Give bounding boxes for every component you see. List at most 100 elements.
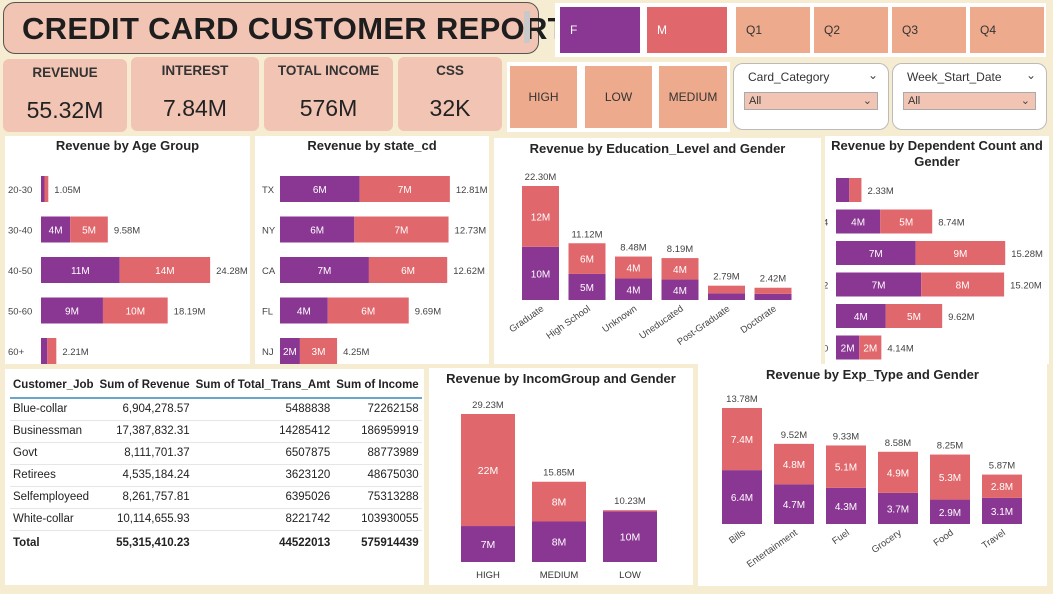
income-group-chart-panel: Revenue by IncomGroup and Gender 7M 22M 29… bbox=[429, 368, 693, 585]
bar-data-label: 6M bbox=[310, 226, 324, 237]
kpi-revenue: REVENUE 55.32M bbox=[3, 59, 127, 132]
bar-data-label: 5M bbox=[899, 218, 913, 229]
bar-data-label: 8M bbox=[956, 281, 970, 292]
table-cell: Govt bbox=[10, 442, 97, 465]
table-cell: 575914439 bbox=[333, 529, 422, 556]
table-row: Retirees 4,535,184.24 3623120 48675030 bbox=[10, 464, 422, 487]
axis-tick-label: Entertainment bbox=[745, 527, 800, 570]
axis-tick-label: NJ bbox=[262, 347, 274, 358]
axis-tick-label: HIGH bbox=[476, 570, 500, 581]
bar-total-label: 1.05M bbox=[54, 185, 80, 196]
bar-data-label: 6M bbox=[313, 185, 327, 196]
bar-data-label: 6.4M bbox=[731, 493, 753, 504]
slicer-gender-f[interactable]: F bbox=[560, 7, 640, 53]
bar-total-label: 4.14M bbox=[887, 344, 913, 355]
slicer-quarter-q1[interactable]: Q1 bbox=[736, 7, 810, 53]
slicer-income-high[interactable]: HIGH bbox=[510, 66, 577, 128]
slicer-quarter-q4[interactable]: Q4 bbox=[970, 7, 1044, 53]
bar-total-label: 2.33M bbox=[867, 186, 893, 197]
bar-data-label: 8M bbox=[552, 537, 567, 549]
axis-tick-label: Fuel bbox=[830, 527, 851, 547]
bar-segment-f bbox=[754, 293, 792, 300]
column-header[interactable]: Customer_Job bbox=[10, 376, 97, 398]
bar-data-label: 4M bbox=[627, 264, 641, 275]
table-cell: Blue-collar bbox=[10, 398, 97, 421]
axis-tick-label: 0 bbox=[825, 344, 828, 355]
bar-data-label: 4M bbox=[851, 218, 865, 229]
bar-segment-f bbox=[41, 338, 48, 364]
table-cell: 186959919 bbox=[333, 420, 422, 443]
bar-data-label: 11M bbox=[71, 266, 90, 277]
kpi-total-income: TOTAL INCOME 576M bbox=[264, 57, 393, 131]
axis-tick-label: 20-30 bbox=[8, 185, 32, 196]
bar-total-label: 4.25M bbox=[343, 347, 369, 358]
bar-data-label: 5.3M bbox=[939, 473, 961, 484]
state-chart: TX 6M 7M 12.81M NY 6M 7M 12.73M CA 7M 6M 12.62M FL 4M… bbox=[262, 176, 488, 364]
dropdown-value: All bbox=[749, 95, 762, 107]
dependent-chart: 2.33M 4 4M 5M 8.74M 7M 9M 15.28M 2 7M 8M 15.20M 4M 5M… bbox=[825, 178, 1043, 360]
bar-data-label: 7M bbox=[398, 185, 412, 196]
axis-tick-label: MEDIUM bbox=[540, 570, 579, 581]
bar-data-label: 4M bbox=[297, 307, 311, 318]
slicer-gender-m[interactable]: M bbox=[647, 7, 727, 53]
bar-total-label: 8.48M bbox=[620, 243, 646, 254]
title-scrollbar[interactable] bbox=[524, 11, 530, 43]
column-header[interactable]: Sum of Revenue bbox=[97, 376, 193, 398]
bar-total-label: 12.62M bbox=[453, 266, 485, 277]
bar-segment-f bbox=[41, 176, 45, 202]
axis-tick-label: FL bbox=[262, 307, 273, 318]
table-header-row: Customer_Job Sum of Revenue Sum of Total… bbox=[10, 376, 422, 398]
kpi-label: REVENUE bbox=[32, 65, 98, 80]
axis-tick-label: Food bbox=[932, 527, 956, 548]
kpi-css: CSS 32K bbox=[398, 57, 502, 131]
bar-data-label: 2M bbox=[841, 344, 855, 355]
slicer-income-medium[interactable]: MEDIUM bbox=[659, 66, 727, 128]
bar-data-label: 8M bbox=[552, 497, 567, 509]
week-start-date-dropdown[interactable]: Week_Start_Date ⌄ All ⌄ bbox=[892, 63, 1047, 130]
dropdown-value: All bbox=[908, 95, 921, 107]
bar-data-label: 3.7M bbox=[887, 504, 909, 515]
week-start-date-select[interactable]: All ⌄ bbox=[903, 92, 1036, 110]
bar-total-label: 8.19M bbox=[667, 244, 693, 255]
table-cell: 6,904,278.57 bbox=[96, 398, 193, 421]
exp-type-chart-panel: Revenue by Exp_Type and Gender 6.4M 7.4M 1… bbox=[698, 364, 1047, 586]
table-cell: Total bbox=[10, 529, 97, 556]
chevron-down-icon[interactable]: ⌄ bbox=[868, 68, 878, 82]
bar-data-label: 7M bbox=[872, 281, 886, 292]
education-chart: 10M 12M 22.30M Graduate 5M 6M 11.12M High Schoo… bbox=[507, 172, 792, 348]
chevron-down-icon[interactable]: ⌄ bbox=[863, 94, 872, 107]
slicer-quarter-q2[interactable]: Q2 bbox=[814, 7, 888, 53]
bar-data-label: 10M bbox=[531, 269, 550, 280]
bar-total-label: 12.81M bbox=[456, 185, 488, 196]
customer-job-table: Customer_Job Sum of Revenue Sum of Total… bbox=[10, 376, 422, 556]
bar-data-label: 4.3M bbox=[835, 502, 857, 513]
table-cell: 6395026 bbox=[192, 486, 334, 509]
bar-data-label: 9M bbox=[953, 249, 967, 260]
card-category-select[interactable]: All ⌄ bbox=[744, 92, 878, 110]
axis-tick-label: High School bbox=[544, 303, 592, 341]
column-header[interactable]: Sum of Income bbox=[333, 376, 421, 398]
table-row: Govt 8,111,701.37 6507875 88773989 bbox=[10, 442, 422, 465]
chevron-down-icon[interactable]: ⌄ bbox=[1026, 68, 1036, 82]
bar-data-label: 4.8M bbox=[783, 460, 805, 471]
bar-data-label: 5.1M bbox=[835, 463, 857, 474]
table-cell: Businessman bbox=[10, 420, 97, 443]
card-category-dropdown[interactable]: Card_Category ⌄ All ⌄ bbox=[733, 63, 889, 130]
bar-data-label: 5M bbox=[82, 226, 96, 237]
bar-data-label: 4M bbox=[627, 285, 641, 296]
table-cell: 5488838 bbox=[192, 398, 334, 421]
table-cell: 48675030 bbox=[333, 464, 422, 487]
dropdown-label: Week_Start_Date bbox=[907, 70, 1002, 84]
slicer-income-low[interactable]: LOW bbox=[585, 66, 652, 128]
bar-data-label: 2M bbox=[863, 344, 877, 355]
table-cell: 55,315,410.23 bbox=[96, 529, 193, 556]
slicer-quarter-q3[interactable]: Q3 bbox=[892, 7, 966, 53]
table-cell: Retirees bbox=[10, 464, 97, 487]
table-cell: 10,114,655.93 bbox=[96, 508, 193, 531]
bar-data-label: 4.9M bbox=[887, 468, 909, 479]
chevron-down-icon[interactable]: ⌄ bbox=[1021, 94, 1030, 107]
bar-segment-m bbox=[849, 178, 862, 202]
bar-segment-m bbox=[47, 338, 57, 364]
bar-total-label: 9.58M bbox=[114, 226, 140, 237]
column-header[interactable]: Sum of Total_Trans_Amt bbox=[193, 376, 334, 398]
